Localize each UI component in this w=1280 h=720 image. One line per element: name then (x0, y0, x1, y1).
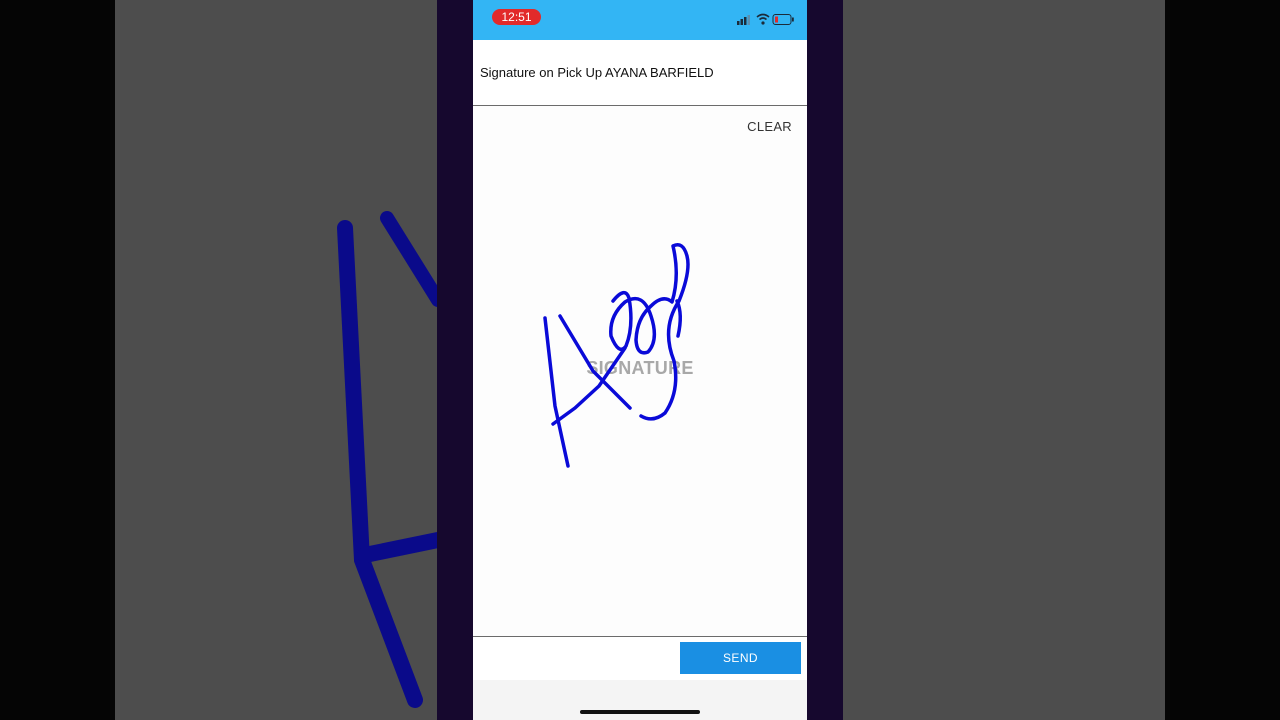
backdrop-right-dark (1165, 0, 1280, 720)
phone-screen: 12:51 Signature on Pick Up AYANA BARFIEL… (473, 0, 807, 720)
page-title: Signature on Pick Up AYANA BARFIELD (480, 65, 714, 80)
home-indicator-area (473, 680, 807, 720)
home-indicator[interactable] (580, 710, 700, 714)
wifi-icon (756, 13, 770, 25)
signal-icon (737, 15, 750, 25)
battery-low-icon (772, 14, 794, 25)
action-bar: SEND (473, 636, 807, 681)
send-button[interactable]: SEND (680, 642, 801, 674)
backdrop-left-dark (0, 0, 115, 720)
status-bar: 12:51 (473, 0, 807, 40)
status-icons (737, 13, 794, 25)
page-header: Signature on Pick Up AYANA BARFIELD (473, 40, 807, 106)
signature-pad[interactable]: CLEAR SIGNATURE (473, 106, 807, 636)
signature-drawing (543, 243, 690, 468)
status-time: 12:51 (492, 9, 541, 25)
clear-button[interactable]: CLEAR (747, 119, 792, 134)
backdrop-right-blur (842, 0, 1165, 720)
backdrop-signature-blur (337, 211, 438, 708)
